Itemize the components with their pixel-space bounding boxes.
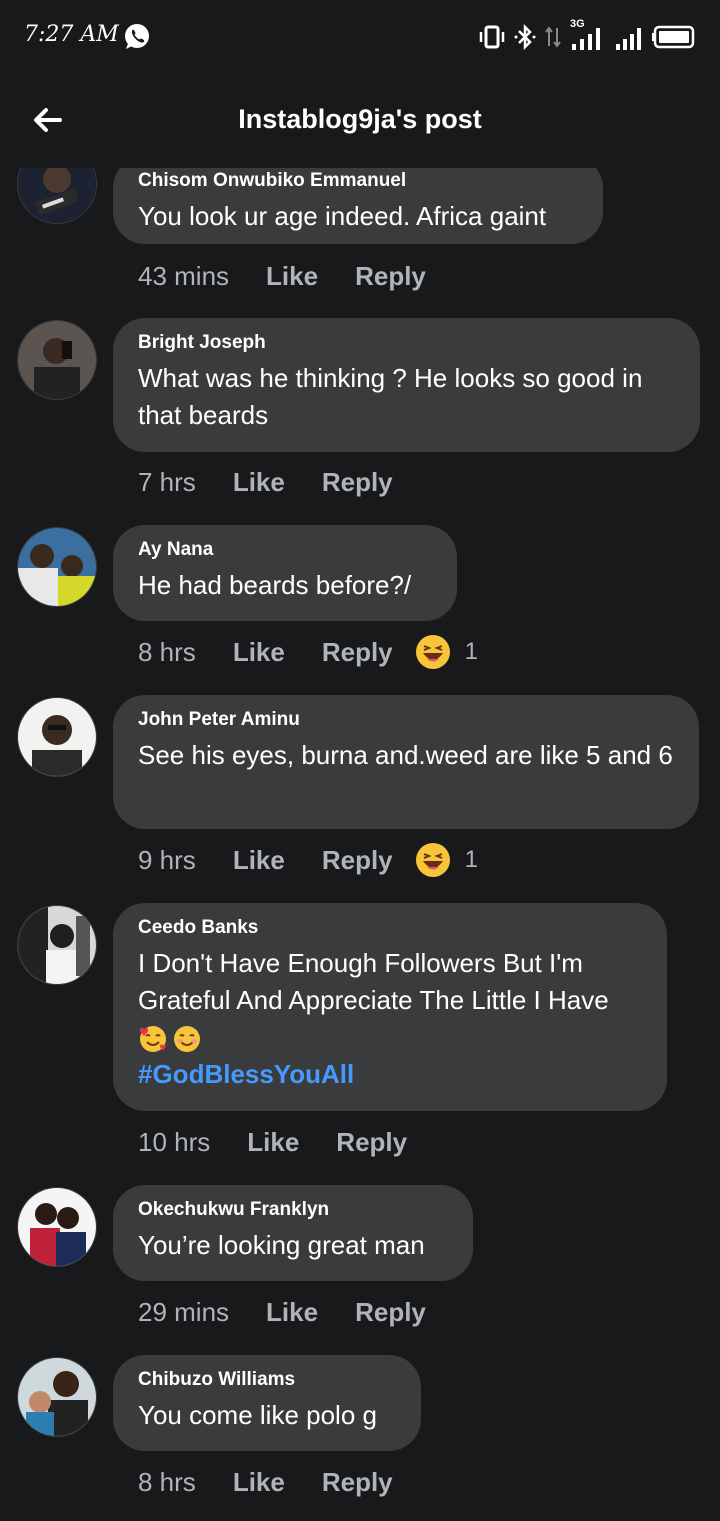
comment-author[interactable]: Chisom Onwubiko Emmanuel <box>138 170 578 192</box>
comment-actions: 8 hrs Like Reply <box>138 1462 393 1502</box>
reaction-summary[interactable]: 1 <box>415 842 478 878</box>
comment-author[interactable]: Chibuzo Williams <box>138 1369 396 1391</box>
whatsapp-icon <box>122 22 152 52</box>
comment-text: What was he thinking ? He looks so good … <box>138 363 643 430</box>
reply-button[interactable]: Reply <box>322 1467 393 1498</box>
like-button[interactable]: Like <box>266 261 318 292</box>
reply-button[interactable]: Reply <box>355 1297 426 1328</box>
like-button[interactable]: Like <box>233 637 285 668</box>
comment-time: 7 hrs <box>138 466 196 497</box>
data-arrows-icon <box>544 24 562 50</box>
comment-text: You look ur age indeed. Africa gaint <box>138 201 547 231</box>
comment-text: He had beards before?/ <box>138 570 412 600</box>
status-icons: 3G <box>478 18 696 54</box>
reply-button[interactable]: Reply <box>355 261 426 292</box>
reaction-count: 1 <box>464 638 479 665</box>
signal-icon-2 <box>614 22 644 52</box>
comment-bubble[interactable]: Ay Nana He had beards before?/ <box>113 525 457 621</box>
signal-icon: 3G <box>570 18 606 52</box>
avatar[interactable] <box>17 1187 97 1267</box>
haha-reaction-icon <box>415 843 450 877</box>
comment-text: You’re looking great man <box>138 1230 425 1260</box>
like-button[interactable]: Like <box>266 1297 318 1328</box>
comment-author[interactable]: Okechukwu Franklyn <box>138 1199 448 1221</box>
comment-bubble[interactable]: Okechukwu Franklyn You’re looking great … <box>113 1185 473 1281</box>
like-button[interactable]: Like <box>233 845 285 876</box>
comment-time: 8 hrs <box>138 636 196 667</box>
reply-button[interactable]: Reply <box>336 1127 407 1158</box>
comment-bubble[interactable]: John Peter Aminu See his eyes, burna and… <box>113 695 699 829</box>
comment-author[interactable]: John Peter Aminu <box>138 709 674 731</box>
smiling-face-with-hearts-icon <box>138 1024 168 1054</box>
battery-icon <box>652 24 696 50</box>
comment-bubble[interactable]: Chibuzo Williams You come like polo g <box>113 1355 421 1451</box>
comment-actions: 7 hrs Like Reply <box>138 462 393 502</box>
comment-bubble[interactable]: Bright Joseph What was he thinking ? He … <box>113 318 700 452</box>
vibrate-icon <box>478 24 506 50</box>
avatar[interactable] <box>17 527 97 607</box>
comment-time: 29 mins <box>138 1296 230 1327</box>
avatar[interactable] <box>17 905 97 985</box>
comment-time: 10 hrs <box>138 1126 211 1157</box>
like-button[interactable]: Like <box>247 1127 299 1158</box>
comments-feed[interactable]: Chisom Onwubiko Emmanuel You look ur age… <box>0 168 720 1521</box>
comment-text: I Don't Have Enough Followers But I'm Gr… <box>138 945 642 1093</box>
comment-actions: 10 hrs Like Reply <box>138 1122 407 1162</box>
avatar[interactable] <box>17 168 97 224</box>
comment-actions: 43 mins Like Reply <box>138 256 426 296</box>
bluetooth-icon <box>514 24 536 50</box>
comment-actions: 29 mins Like Reply <box>138 1292 426 1332</box>
avatar[interactable] <box>17 320 97 400</box>
status-time: 7:27 AM <box>24 22 119 47</box>
reply-button[interactable]: Reply <box>322 845 393 876</box>
smiling-face-icon <box>172 1024 202 1054</box>
comment-actions: 9 hrs Like Reply 1 <box>138 840 478 880</box>
header: Instablog9ja's post <box>0 90 720 150</box>
comment-author[interactable]: Ceedo Banks <box>138 917 642 939</box>
comment-text: See his eyes, burna and.weed are like 5 … <box>138 740 673 770</box>
avatar[interactable] <box>17 1357 97 1437</box>
comment-time: 9 hrs <box>138 844 196 875</box>
like-button[interactable]: Like <box>233 467 285 498</box>
comment-author[interactable]: Ay Nana <box>138 539 432 561</box>
comment-time: 8 hrs <box>138 1466 196 1497</box>
status-bar: 7:27 AM 3G <box>0 0 720 72</box>
comment-actions: 8 hrs Like Reply 1 <box>138 632 478 672</box>
comment-text: You come like polo g <box>138 1400 377 1430</box>
haha-reaction-icon <box>415 635 450 669</box>
reply-button[interactable]: Reply <box>322 637 393 668</box>
comment-text-body: I Don't Have Enough Followers But I'm Gr… <box>138 948 609 1015</box>
like-button[interactable]: Like <box>233 1467 285 1498</box>
hashtag-link[interactable]: #GodBlessYouAll <box>138 1059 354 1089</box>
comment-author[interactable]: Bright Joseph <box>138 332 675 354</box>
reaction-summary[interactable]: 1 <box>415 634 478 670</box>
comment-bubble[interactable]: Chisom Onwubiko Emmanuel You look ur age… <box>113 168 603 244</box>
reaction-count: 1 <box>464 846 479 873</box>
comment-bubble[interactable]: Ceedo Banks I Don't Have Enough Follower… <box>113 903 667 1111</box>
avatar[interactable] <box>17 697 97 777</box>
reply-button[interactable]: Reply <box>322 467 393 498</box>
page-title: Instablog9ja's post <box>238 104 482 134</box>
comment-time: 43 mins <box>138 260 230 291</box>
